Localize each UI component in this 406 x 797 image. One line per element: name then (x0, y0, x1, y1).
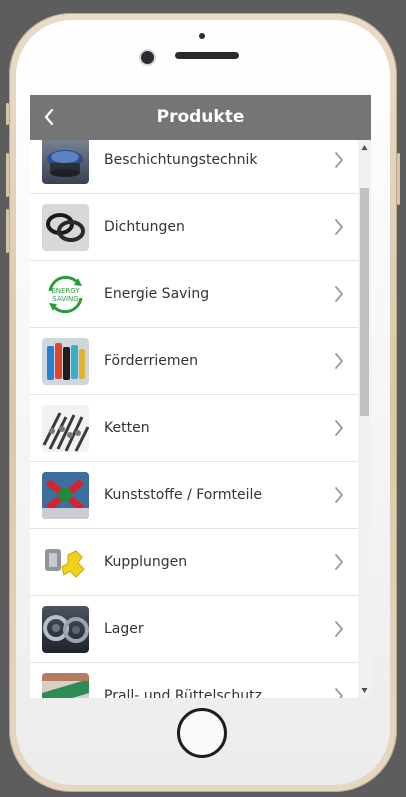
product-item-beschichtungstechnik[interactable]: Beschichtungstechnik (30, 140, 358, 194)
chevron-right-icon (335, 420, 343, 436)
proximity-sensor (199, 33, 205, 39)
volume-up-button (6, 153, 9, 197)
product-label: Prall- und Rüttelschutz (104, 688, 262, 698)
svg-text:ENERGY: ENERGY (51, 287, 80, 295)
app-header: Produkte (30, 95, 371, 140)
chevron-right-icon (335, 621, 343, 637)
product-label: Kunststoffe / Formteile (104, 487, 262, 503)
product-list[interactable]: Beschichtungstechnik Dichtungen ENERGY S… (30, 140, 358, 698)
scroll-up-arrow-icon[interactable] (361, 144, 368, 151)
seals-image (42, 204, 89, 251)
product-item-energie-saving[interactable]: ENERGY SAVING Energie Saving (30, 261, 358, 328)
home-button[interactable] (177, 708, 227, 758)
product-item-kupplungen[interactable]: Kupplungen (30, 529, 358, 596)
plastics-image (42, 472, 89, 519)
coating-image (42, 140, 89, 184)
chains-image (42, 405, 89, 452)
chevron-right-icon (335, 152, 343, 168)
product-item-kunststoffe-formteile[interactable]: Kunststoffe / Formteile (30, 462, 358, 529)
front-camera (141, 51, 154, 64)
product-item-prall-und-ruettelschutz[interactable]: Prall- und Rüttelschutz (30, 663, 358, 698)
svg-text:SAVING: SAVING (52, 295, 78, 303)
app-screen: Produkte Beschichtungstechnik Dichtungen… (30, 95, 371, 698)
earpiece-speaker (175, 52, 239, 59)
product-label: Dichtungen (104, 219, 185, 235)
product-label: Ketten (104, 420, 150, 436)
product-label: Förderriemen (104, 353, 199, 369)
vertical-scrollbar[interactable] (358, 140, 371, 698)
product-label: Energie Saving (104, 286, 210, 302)
chevron-right-icon (335, 554, 343, 570)
impact-protection-image (42, 673, 89, 698)
product-label: Lager (104, 621, 144, 637)
conveyor-belts-image (42, 338, 89, 385)
product-item-ketten[interactable]: Ketten (30, 395, 358, 462)
product-label: Kupplungen (104, 554, 188, 570)
bearings-image (42, 606, 89, 653)
product-item-dichtungen[interactable]: Dichtungen (30, 194, 358, 261)
chevron-right-icon (335, 219, 343, 235)
energy-saving-image: ENERGY SAVING (42, 271, 89, 318)
scrollbar-thumb[interactable] (360, 188, 369, 416)
chevron-right-icon (335, 487, 343, 503)
power-button (397, 153, 400, 205)
chevron-right-icon (335, 353, 343, 369)
volume-down-button (6, 209, 9, 253)
scroll-down-arrow-icon[interactable] (361, 687, 368, 694)
mute-switch (6, 103, 9, 125)
chevron-left-icon (44, 109, 54, 125)
page-title: Produkte (156, 107, 245, 127)
product-label: Beschichtungstechnik (104, 152, 258, 168)
couplings-image (42, 539, 89, 586)
chevron-right-icon (335, 286, 343, 302)
chevron-right-icon (335, 688, 343, 698)
product-item-foerderriemen[interactable]: Förderriemen (30, 328, 358, 395)
product-item-lager[interactable]: Lager (30, 596, 358, 663)
back-button[interactable] (36, 104, 62, 130)
